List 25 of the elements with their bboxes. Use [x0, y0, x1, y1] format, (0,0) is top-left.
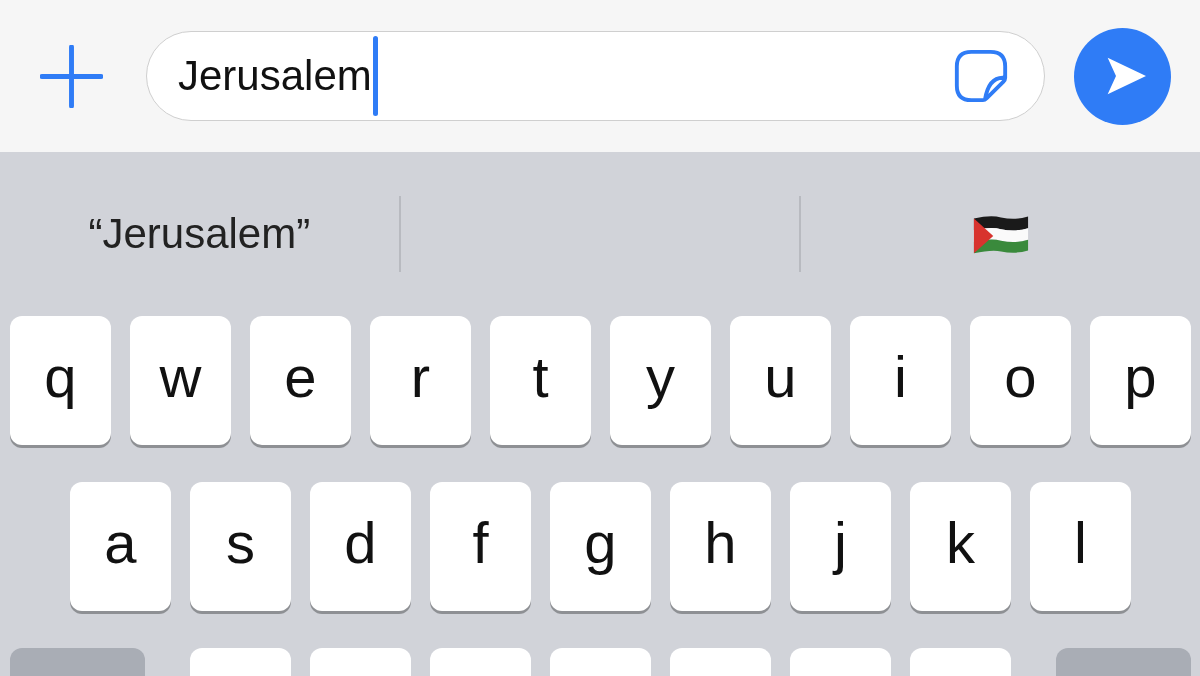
sticker-icon[interactable]: [952, 47, 1010, 105]
letter-key[interactable]: s: [190, 482, 291, 611]
letter-key[interactable]: i: [850, 316, 951, 445]
letter-key[interactable]: f: [430, 482, 531, 611]
letter-key[interactable]: j: [790, 482, 891, 611]
message-field[interactable]: Jerusalem: [146, 31, 1045, 121]
suggestion[interactable]: “Jerusalem”: [88, 210, 311, 258]
letter-key[interactable]: w: [130, 316, 231, 445]
add-icon[interactable]: [40, 44, 103, 108]
letter-key[interactable]: q: [10, 316, 111, 445]
letter-key[interactable]: h: [670, 482, 771, 611]
letter-key[interactable]: g: [550, 482, 651, 611]
letter-key[interactable]: p: [1090, 316, 1191, 445]
letter-key[interactable]: e: [250, 316, 351, 445]
letter-key[interactable]: y: [610, 316, 711, 445]
letter-key[interactable]: r: [370, 316, 471, 445]
letter-key[interactable]: k: [910, 482, 1011, 611]
letter-key[interactable]: o: [970, 316, 1071, 445]
letter-key[interactable]: l: [1030, 482, 1131, 611]
letter-key[interactable]: a: [70, 482, 171, 611]
flag-icon[interactable]: [971, 214, 1030, 254]
message-text: Jerusalem: [178, 52, 372, 100]
letter-key[interactable]: t: [490, 316, 591, 445]
letter-key[interactable]: d: [310, 482, 411, 611]
letter-key[interactable]: u: [730, 316, 831, 445]
